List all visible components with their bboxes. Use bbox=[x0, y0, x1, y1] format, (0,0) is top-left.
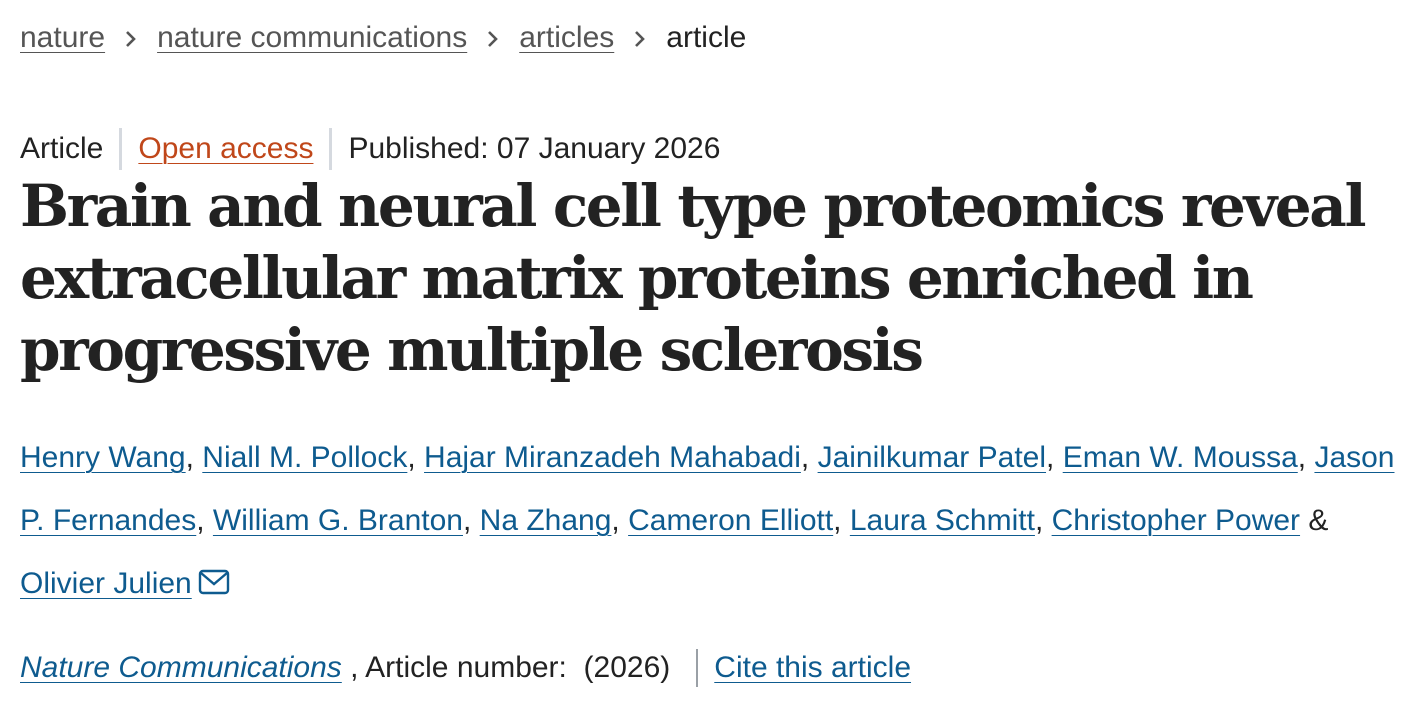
open-access-link[interactable]: Open access bbox=[138, 132, 313, 166]
author-link[interactable]: Niall M. Pollock bbox=[202, 441, 407, 474]
breadcrumb-current: article bbox=[666, 21, 747, 54]
mail-icon[interactable] bbox=[198, 554, 230, 617]
article-meta: Article Open access Published: 07 Januar… bbox=[20, 126, 720, 172]
breadcrumb-link-articles[interactable]: articles bbox=[519, 21, 614, 55]
author-link[interactable]: Na Zhang bbox=[480, 504, 612, 537]
author-separator: , bbox=[833, 504, 850, 537]
author-separator: , bbox=[407, 441, 425, 474]
author-link[interactable]: Jainilkumar Patel bbox=[818, 441, 1046, 474]
article-number: , Article number: (2026) bbox=[341, 651, 671, 684]
author-separator: , bbox=[1297, 441, 1315, 474]
article-header: nature nature communications articles ar… bbox=[0, 0, 1422, 704]
author-separator: , bbox=[463, 504, 480, 537]
citation-divider bbox=[696, 649, 699, 687]
author-separator: , bbox=[196, 504, 213, 537]
author-separator: , bbox=[1046, 441, 1063, 474]
author-link[interactable]: Henry Wang bbox=[20, 441, 186, 474]
author-link[interactable]: Christopher Power bbox=[1052, 504, 1300, 537]
cite-this-article-link[interactable]: Cite this article bbox=[714, 651, 911, 685]
article-title: Brain and neural cell type proteomics re… bbox=[20, 172, 1366, 384]
chevron-right-icon bbox=[467, 21, 519, 55]
author-separator: , bbox=[800, 441, 818, 474]
meta-divider bbox=[329, 128, 333, 170]
author-link[interactable]: Olivier Julien bbox=[20, 567, 192, 600]
breadcrumb: nature nature communications articles ar… bbox=[20, 14, 746, 62]
author-link[interactable]: William G. Branton bbox=[213, 504, 463, 537]
journal-link[interactable]: Nature Communications bbox=[20, 651, 342, 685]
citation-row: Nature Communications , Article number: … bbox=[20, 644, 911, 692]
author-link[interactable]: Laura Schmitt bbox=[850, 504, 1035, 537]
chevron-right-icon bbox=[614, 21, 666, 55]
chevron-right-icon bbox=[105, 21, 157, 55]
author-separator: , bbox=[185, 441, 203, 474]
author-separator: & bbox=[1300, 504, 1337, 537]
published-date: Published: 07 January 2026 bbox=[348, 132, 721, 165]
breadcrumb-link-nature-communications[interactable]: nature communications bbox=[157, 21, 467, 55]
meta-divider bbox=[119, 128, 123, 170]
article-type: Article bbox=[20, 132, 104, 165]
author-link[interactable]: Cameron Elliott bbox=[628, 504, 833, 537]
author-link[interactable]: Hajar Miranzadeh Mahabadi bbox=[424, 441, 801, 474]
author-separator: , bbox=[611, 504, 629, 537]
breadcrumb-link-nature[interactable]: nature bbox=[20, 21, 105, 55]
author-link[interactable]: Eman W. Moussa bbox=[1063, 441, 1298, 474]
author-list: Henry Wang, Niall M. Pollock, Hajar Mira… bbox=[20, 426, 1400, 617]
author-separator: , bbox=[1034, 504, 1052, 537]
